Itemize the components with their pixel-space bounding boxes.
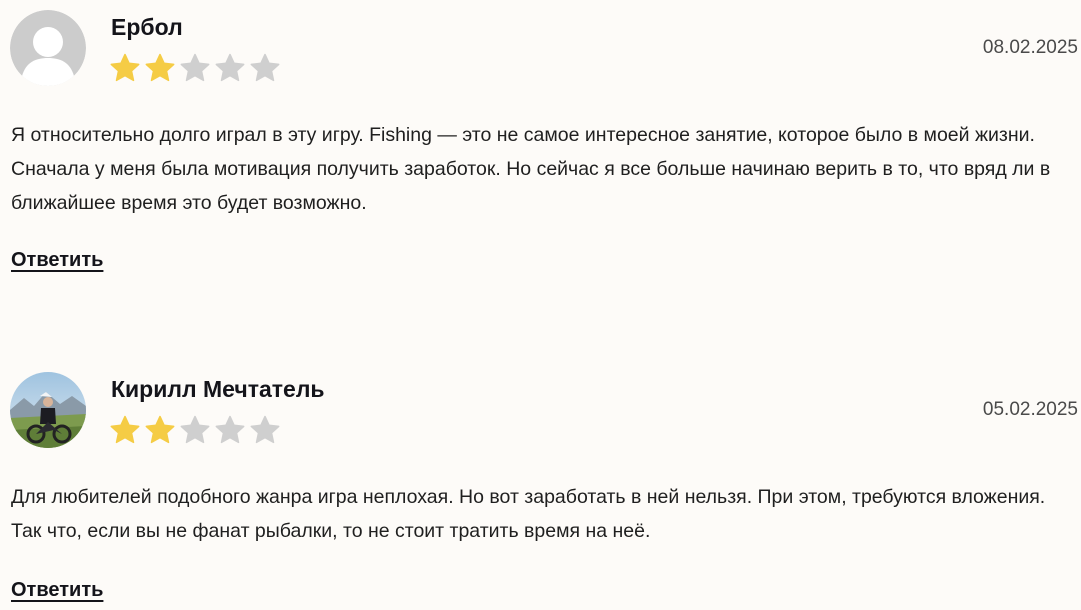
review-date: 05.02.2025	[982, 399, 1078, 420]
review-text: Я относительно долго играл в эту игру. F…	[11, 124, 1051, 214]
star-filled-icon	[110, 415, 140, 444]
review-date: 08.02.2025	[982, 37, 1078, 58]
reply-link[interactable]: Ответить	[11, 579, 103, 602]
review-author: Кирилл Мечтатель	[111, 376, 325, 402]
star-empty-icon	[215, 415, 245, 444]
reply-link[interactable]: Ответить	[11, 249, 103, 272]
star-filled-icon	[145, 53, 175, 82]
star-empty-icon	[180, 53, 210, 82]
default-user-icon	[10, 10, 86, 86]
star-empty-icon	[250, 415, 280, 444]
star-empty-icon	[180, 415, 210, 444]
star-filled-icon	[110, 53, 140, 82]
review-text: Для любителей подобного жанра игра непло…	[11, 486, 1046, 542]
star-rating	[109, 52, 281, 84]
star-empty-icon	[250, 53, 280, 82]
star-rating	[109, 414, 281, 446]
review-author: Ербол	[111, 14, 183, 40]
star-empty-icon	[215, 53, 245, 82]
user-photo-avatar	[10, 372, 86, 448]
star-filled-icon	[145, 415, 175, 444]
